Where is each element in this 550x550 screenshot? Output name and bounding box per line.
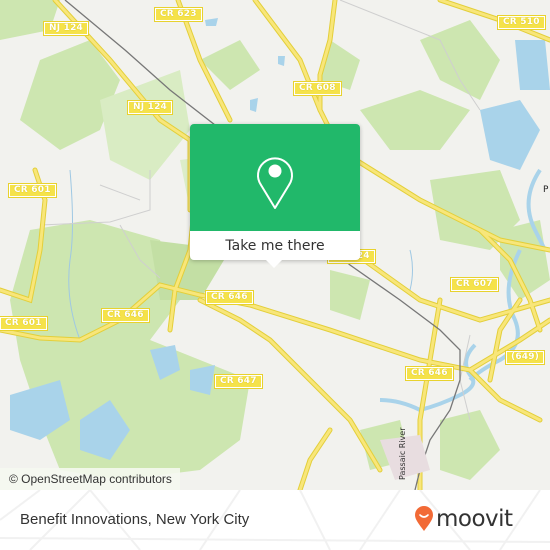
river-label: Passaic River [398, 427, 407, 481]
place-label-fragment: P [543, 185, 549, 195]
popup-header [190, 124, 360, 231]
road-label-nj-124: NJ 124 [42, 21, 90, 36]
road-label-cr-601: CR 601 [8, 183, 57, 198]
road-label-cr-646-left: CR 646 [101, 308, 150, 323]
road-label-cr-608: CR 608 [293, 81, 342, 96]
road-label-cr-510: CR 510 [497, 15, 546, 30]
road-label-cr-646-right: CR 646 [405, 366, 454, 381]
road-label-nj-124-mid: NJ 124 [126, 100, 174, 115]
moovit-logo[interactable]: moovit [414, 504, 513, 534]
map-attribution[interactable]: © OpenStreetMap contributors [0, 468, 180, 490]
moovit-wordmark: moovit [436, 506, 513, 532]
location-popup: Take me there [190, 124, 360, 268]
footer: Benefit Innovations, New York City moovi… [0, 490, 550, 550]
road-label-cr-601-bottom: CR 601 [0, 316, 48, 331]
road-label-cr-623: CR 623 [154, 7, 203, 22]
road-label-cr-646-mid: CR 646 [205, 290, 254, 305]
take-me-there-button[interactable]: Take me there [190, 231, 360, 260]
moovit-smile-pin-icon [415, 506, 433, 531]
road-label-cr-607: CR 607 [450, 277, 499, 292]
road-label-cr-647: CR 647 [214, 374, 263, 389]
road-label-649: (649) [504, 350, 546, 365]
map-pin-icon [257, 157, 293, 209]
map[interactable]: NJ 124 CR 623 CR 510 CR 608 NJ 124 CR 60… [0, 0, 550, 490]
popup-pointer [266, 260, 282, 268]
place-title: Benefit Innovations, New York City [20, 511, 250, 528]
